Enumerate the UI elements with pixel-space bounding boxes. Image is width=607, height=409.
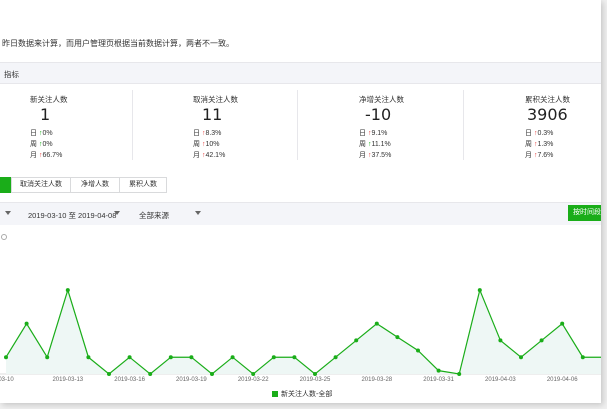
data-point-21 xyxy=(436,368,441,373)
metric-month-row: 月 ↑42.1% xyxy=(193,152,226,159)
metric-week-row: 周 ↑1.3% xyxy=(525,141,554,148)
metric-week-row: 周 ↑11.1% xyxy=(359,141,391,148)
filter-bar: 2019-03-10 至 2019-04-08 全部来源 xyxy=(0,202,601,225)
x-tick-label: 2019-03-22 xyxy=(238,377,269,383)
x-tick-label: 2019-03-25 xyxy=(300,377,331,383)
metric-label: 新关注人数 xyxy=(30,95,68,104)
metric-label: 累积关注人数 xyxy=(525,95,570,104)
data-point-25 xyxy=(519,355,523,360)
metric-week-row: 周 ↑10% xyxy=(193,141,220,148)
date-range-select[interactable]: 2019-03-10 至 2019-04-08 xyxy=(28,210,116,221)
data-point-12 xyxy=(251,372,256,376)
data-point-13 xyxy=(271,355,276,360)
x-tick-label: 2019-03-31 xyxy=(423,377,454,383)
tab-new-followers[interactable] xyxy=(0,177,11,193)
data-point-22 xyxy=(457,372,462,376)
data-point-20 xyxy=(416,348,420,353)
metric-unfollowers: 取消关注人数 11 日 ↑8.3% 周 ↑10% 月 ↑42.1% xyxy=(132,86,297,164)
data-point-6 xyxy=(127,355,132,360)
metric-value: 1 xyxy=(40,105,51,124)
tab-total-followers[interactable]: 累积人数 xyxy=(119,177,167,193)
chart-legend: 新关注人数-全部 xyxy=(272,389,332,399)
data-point-24 xyxy=(498,338,503,343)
data-point-4 xyxy=(86,355,91,360)
x-tick-label: 03-10 xyxy=(0,377,14,383)
series-area xyxy=(6,290,601,374)
chevron-down-icon[interactable] xyxy=(195,211,201,215)
metric-day-row: 日 ↑9.1% xyxy=(359,130,388,137)
legend-swatch xyxy=(272,391,278,398)
x-tick-label: 2019-03-28 xyxy=(361,377,392,383)
data-point-23 xyxy=(477,288,482,293)
data-point-8 xyxy=(168,355,173,360)
notice-text: 昨日数据来计算，而用户管理页根据当前数据计算，两者不一致。 xyxy=(2,39,234,48)
chart-marker-icon xyxy=(1,234,7,240)
data-point-7 xyxy=(148,372,153,376)
metric-month-row: 月 ↑66.7% xyxy=(30,152,63,159)
data-point-11 xyxy=(230,355,235,360)
data-point-15 xyxy=(313,372,317,376)
section-header: 指标 xyxy=(0,62,601,84)
x-tick-label: 2019-03-19 xyxy=(176,377,207,383)
metric-net-followers: 净增关注人数 -10 日 ↑9.1% 周 ↑11.1% 月 ↑37.5% xyxy=(297,86,462,164)
metric-day-row: 日 ↑8.3% xyxy=(193,130,222,137)
metric-value: 3906 xyxy=(527,105,568,124)
export-button[interactable]: 按时间段 xyxy=(568,205,601,221)
section-title: 指标 xyxy=(4,70,19,79)
tab-net-followers[interactable]: 净增人数 xyxy=(70,177,120,193)
x-tick-label: 2019-04-03 xyxy=(485,377,516,383)
data-point-2 xyxy=(45,355,50,360)
analytics-panel: 昨日数据来计算，而用户管理页根据当前数据计算，两者不一致。 指标 新关注人数 1… xyxy=(0,0,601,403)
data-point-0 xyxy=(4,355,8,360)
data-point-3 xyxy=(65,288,70,293)
metric-day-row: 日 ↑0.3% xyxy=(525,130,554,137)
metric-day-row: 日 ↑0% xyxy=(30,130,53,137)
data-point-5 xyxy=(107,372,111,376)
data-point-9 xyxy=(189,355,194,360)
x-tick-label: 2019-03-13 xyxy=(52,377,83,383)
data-point-16 xyxy=(333,355,338,360)
metric-month-row: 月 ↑37.5% xyxy=(359,152,392,159)
legend-label: 新关注人数-全部 xyxy=(281,391,333,398)
source-select[interactable]: 全部来源 xyxy=(139,210,169,221)
data-point-18 xyxy=(374,321,379,326)
data-point-26 xyxy=(539,338,544,343)
metric-week-row: 周 ↑0% xyxy=(30,141,53,148)
line-chart: 03-10 2019-03-13 2019-03-16 2019-03-19 2019-… xyxy=(0,234,601,383)
metric-value: 11 xyxy=(202,105,223,124)
data-point-27 xyxy=(560,321,565,326)
chevron-down-icon[interactable] xyxy=(114,211,120,215)
data-point-14 xyxy=(292,355,297,360)
data-point-1 xyxy=(24,321,29,326)
metric-month-row: 月 ↑7.6% xyxy=(525,152,554,159)
tab-unfollowers[interactable]: 取消关注人数 xyxy=(11,177,71,193)
chevron-down-icon[interactable] xyxy=(5,211,11,215)
data-point-17 xyxy=(354,338,359,343)
x-tick-label: 2019-03-16 xyxy=(114,377,145,383)
data-point-28 xyxy=(580,355,585,360)
data-point-10 xyxy=(210,372,214,376)
x-tick-label: 2019-04-06 xyxy=(547,377,578,383)
metric-total-followers: 累积关注人数 3906 日 ↑0.3% 周 ↑1.3% 月 ↑7.6% xyxy=(463,86,601,164)
data-point-19 xyxy=(395,335,400,340)
metric-label: 净增关注人数 xyxy=(359,95,404,104)
metric-value: -10 xyxy=(365,105,392,124)
metric-label: 取消关注人数 xyxy=(193,95,238,104)
metrics-row: 新关注人数 1 日 ↑0% 周 ↑0% 月 ↑66.7% 取消关注人数 11 日… xyxy=(0,86,601,166)
